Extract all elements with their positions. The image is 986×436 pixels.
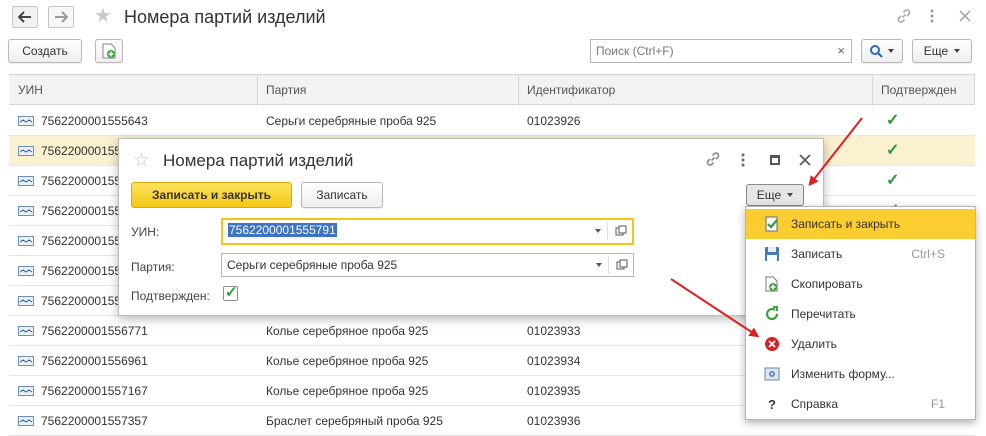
annotation-arrows [670,117,863,338]
arrow-to-more-button [808,117,863,187]
arrow-to-delete-item [670,278,760,338]
